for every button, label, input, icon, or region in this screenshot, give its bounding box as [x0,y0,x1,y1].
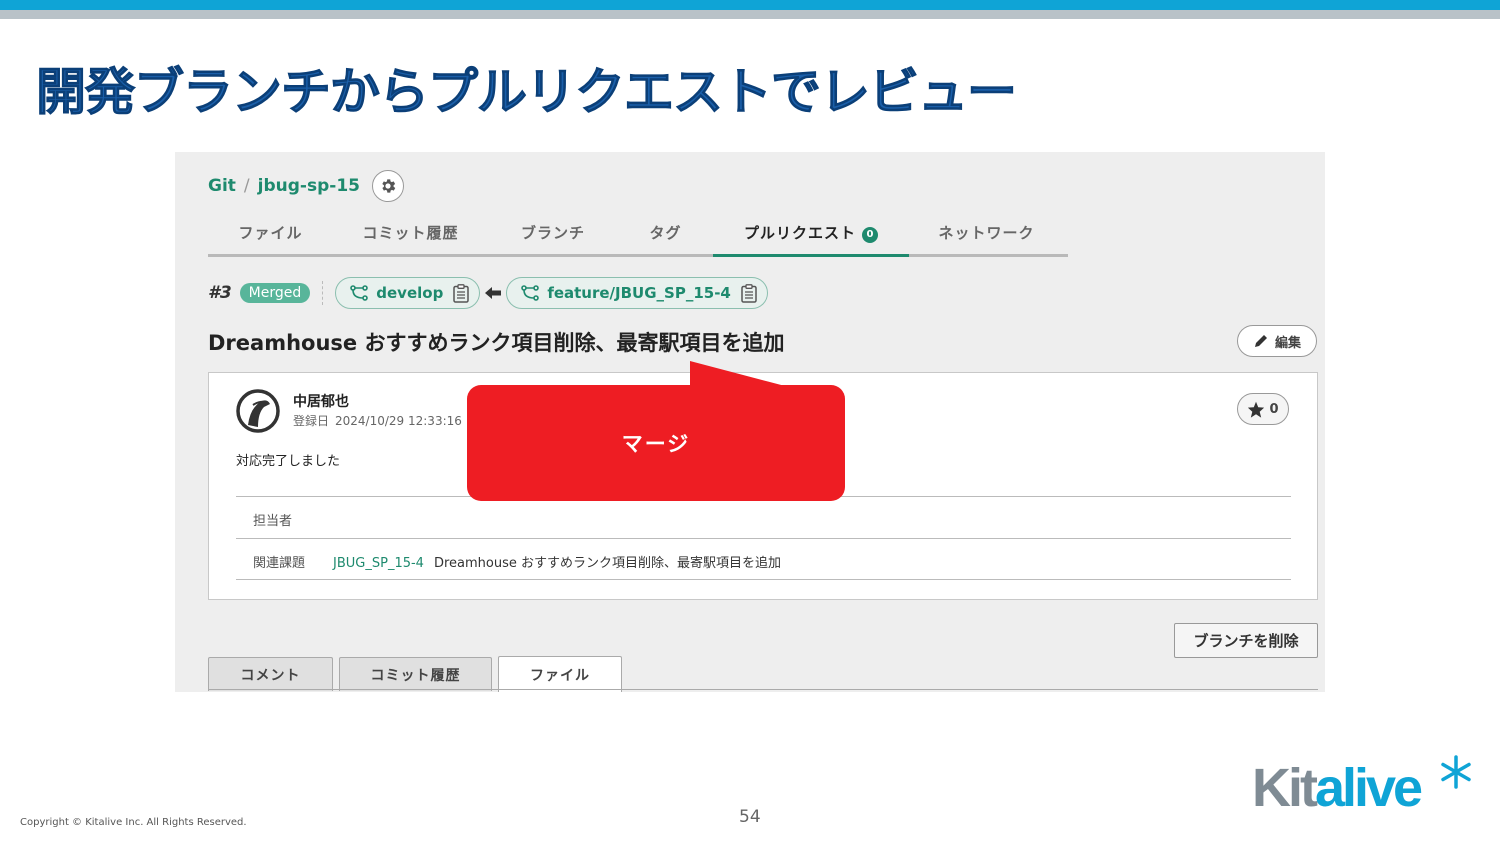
merge-callout: マージ [467,385,845,501]
company-logo: Kitalive [1252,758,1423,818]
callout-text: マージ [621,432,691,456]
copyright-text: Copyright © Kitalive Inc. All Rights Res… [20,817,247,828]
page-number: 54 [739,807,761,827]
logo-asterisk-icon [1441,755,1471,789]
